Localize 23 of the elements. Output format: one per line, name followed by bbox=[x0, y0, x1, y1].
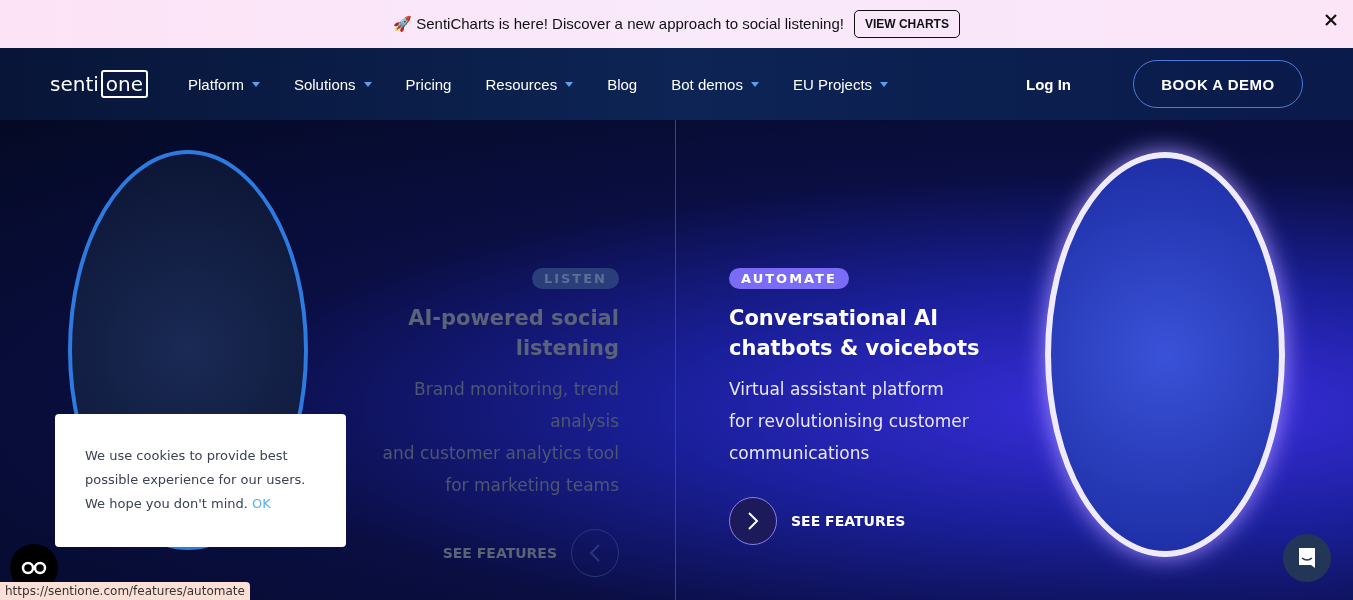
category-badge: AUTOMATE bbox=[729, 268, 849, 289]
nav-link[interactable]: Bot demos bbox=[671, 75, 759, 93]
nav-link[interactable]: Solutions bbox=[293, 75, 372, 93]
nav-link[interactable]: Resources bbox=[485, 75, 574, 93]
nav-link[interactable]: Blog bbox=[607, 75, 638, 93]
logo[interactable]: senti one bbox=[50, 70, 149, 98]
panel-description: Brand monitoring, trend analysis and customer analytics tool for marketing teams bbox=[382, 378, 619, 497]
close-icon[interactable] bbox=[1323, 12, 1339, 28]
nav-link[interactable]: Pricing bbox=[405, 75, 452, 93]
nav-link[interactable]: Platform bbox=[188, 75, 260, 93]
nav-link[interactable]: EU Projects bbox=[792, 75, 889, 93]
url-tooltip: https://sentione.com/features/automate bbox=[0, 582, 250, 600]
chevron-left-icon bbox=[589, 544, 601, 562]
chevron-right-icon bbox=[747, 512, 759, 530]
panel-heading: AI-powered social listening bbox=[407, 305, 619, 362]
next-button[interactable] bbox=[729, 497, 777, 545]
panel-heading: Conversational AI chatbots & voicebots bbox=[729, 305, 981, 362]
cookie-text: We use cookies to provide best possible experience for our users. We hope you don't mind. OK bbox=[85, 447, 307, 513]
see-features-link[interactable]: SEE FEATURES bbox=[791, 513, 906, 529]
panel-description: Virtual assistant platform for revolutionising customer communications bbox=[729, 378, 969, 465]
view-charts-button[interactable]: VIEW CHARTS bbox=[853, 10, 960, 38]
announcement-text: 🚀 SentiCharts is here! Discover a new approach to social listening! bbox=[393, 15, 844, 33]
login-link[interactable]: Log In bbox=[1026, 75, 1071, 93]
